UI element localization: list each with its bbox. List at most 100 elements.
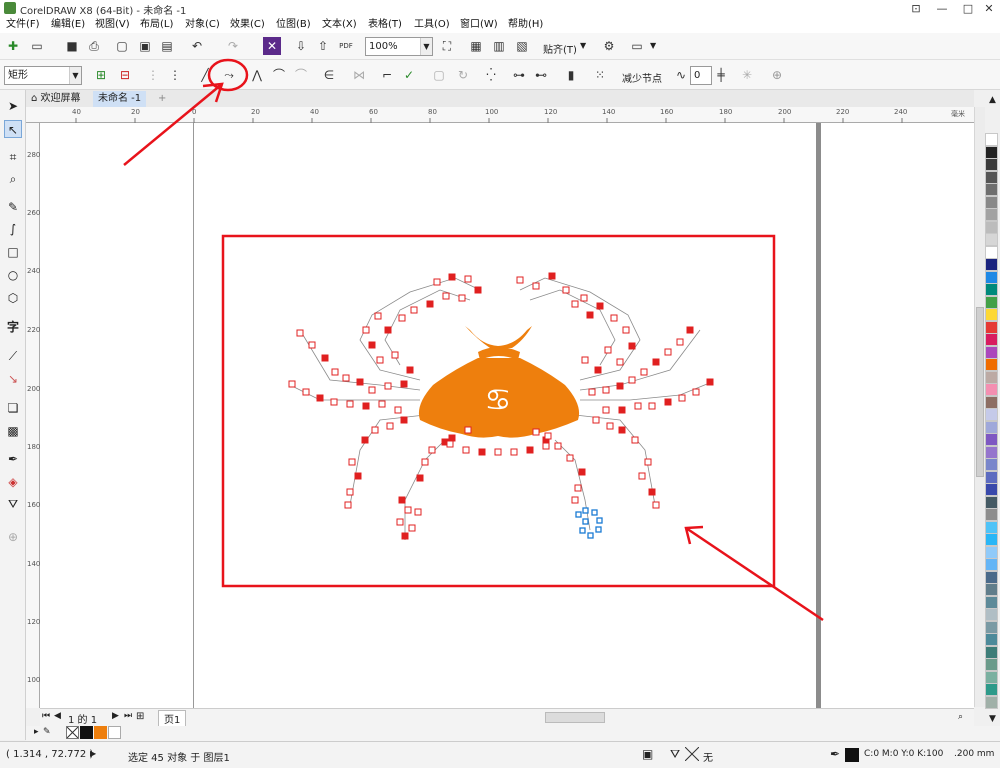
- curve-node[interactable]: [308, 341, 316, 349]
- next-page-icon[interactable]: ▶: [112, 711, 119, 721]
- curve-node[interactable]: [404, 506, 412, 514]
- palette-swatch[interactable]: [985, 358, 998, 371]
- curve-node[interactable]: [606, 422, 614, 430]
- curve-node[interactable]: [368, 386, 376, 394]
- palette-swatch[interactable]: [985, 570, 998, 584]
- curve-node[interactable]: [371, 426, 379, 434]
- curve-node[interactable]: [562, 286, 570, 294]
- palette-swatch[interactable]: [985, 658, 998, 671]
- palette-swatch[interactable]: [985, 595, 998, 609]
- palette-swatch[interactable]: [985, 370, 998, 384]
- curve-node[interactable]: [428, 446, 436, 454]
- palette-swatch[interactable]: [985, 258, 998, 271]
- palette-arrow-icon[interactable]: ▸: [34, 727, 39, 737]
- curve-node[interactable]: [478, 448, 486, 456]
- curve-node[interactable]: [448, 434, 456, 442]
- curve-node[interactable]: [396, 518, 404, 526]
- curve-node[interactable]: [356, 378, 364, 386]
- swatch-orange[interactable]: [94, 726, 107, 739]
- curve-node[interactable]: [686, 326, 694, 334]
- palette-swatch[interactable]: [985, 145, 998, 159]
- curve-node[interactable]: [652, 358, 660, 366]
- curve-node[interactable]: [410, 306, 418, 314]
- curve-node[interactable]: [594, 366, 602, 374]
- palette-swatch[interactable]: [985, 333, 998, 346]
- curve-node[interactable]: [622, 326, 630, 334]
- palette-swatch[interactable]: [985, 170, 998, 184]
- palette-swatch[interactable]: [985, 233, 998, 246]
- swatch-black[interactable]: [80, 726, 93, 739]
- palette-swatch[interactable]: [985, 558, 998, 571]
- curve-node[interactable]: [394, 406, 402, 414]
- palette-swatch[interactable]: [985, 483, 998, 496]
- curve-node[interactable]: [408, 524, 416, 532]
- palette-swatch[interactable]: [985, 470, 998, 484]
- curve-node[interactable]: [398, 314, 406, 322]
- curve-node[interactable]: [692, 388, 700, 396]
- prev-page-icon[interactable]: ◀: [54, 711, 61, 721]
- curve-node[interactable]: [384, 382, 392, 390]
- curve-node[interactable]: [398, 496, 406, 504]
- swatch-none[interactable]: [66, 726, 79, 739]
- palette-swatch[interactable]: [985, 195, 998, 209]
- curve-node[interactable]: [628, 342, 636, 350]
- palette-swatch[interactable]: [985, 220, 998, 234]
- palette-swatch[interactable]: [985, 583, 998, 596]
- curve-node[interactable]: [638, 472, 646, 480]
- curve-node[interactable]: [604, 346, 612, 354]
- curve-node[interactable]: [588, 388, 596, 396]
- palette-swatch[interactable]: [985, 133, 998, 146]
- curve-node[interactable]: [510, 448, 518, 456]
- curve-node[interactable]: [678, 394, 686, 402]
- curve-node[interactable]: [648, 488, 656, 496]
- curve-node[interactable]: [554, 442, 562, 450]
- curve-node[interactable]: [401, 532, 409, 540]
- palette-scroll-up-icon[interactable]: ▲: [985, 95, 1000, 107]
- curve-node[interactable]: [574, 484, 582, 492]
- fill-bucket-icon[interactable]: ⛛: [670, 747, 680, 762]
- palette-swatch[interactable]: [985, 495, 998, 509]
- curve-node[interactable]: [566, 454, 574, 462]
- palette-swatch[interactable]: [985, 208, 998, 221]
- palette-scroll-down-icon[interactable]: ▼: [985, 714, 1000, 726]
- curve-node[interactable]: [421, 458, 429, 466]
- curve-node[interactable]: [302, 388, 310, 396]
- curve-node[interactable]: [331, 368, 339, 376]
- curve-node[interactable]: [362, 402, 370, 410]
- curve-node[interactable]: [544, 432, 552, 440]
- curve-node[interactable]: [706, 378, 714, 386]
- palette-swatch[interactable]: [985, 508, 998, 521]
- curve-node[interactable]: [644, 458, 652, 466]
- curve-node[interactable]: [664, 398, 672, 406]
- palette-swatch[interactable]: [985, 308, 998, 321]
- curve-node[interactable]: [368, 341, 376, 349]
- palette-swatch[interactable]: [985, 533, 998, 546]
- palette-swatch[interactable]: [985, 620, 998, 634]
- curve-node[interactable]: [346, 400, 354, 408]
- curve-node[interactable]: [330, 398, 338, 406]
- curve-node[interactable]: [526, 446, 534, 454]
- curve-node[interactable]: [386, 422, 394, 430]
- curve-node[interactable]: [316, 394, 324, 402]
- curve-node[interactable]: [362, 326, 370, 334]
- curve-node[interactable]: [346, 488, 354, 496]
- curve-node[interactable]: [602, 386, 610, 394]
- curve-node[interactable]: [344, 501, 352, 509]
- palette-swatch[interactable]: [985, 645, 998, 659]
- curve-node[interactable]: [442, 292, 450, 300]
- curve-node[interactable]: [571, 300, 579, 308]
- curve-node[interactable]: [676, 338, 684, 346]
- curve-node[interactable]: [580, 294, 588, 302]
- zoom-fit-icon[interactable]: ⌕: [958, 712, 963, 722]
- curve-node[interactable]: [374, 312, 382, 320]
- palette-swatch[interactable]: [985, 420, 998, 434]
- palette-swatch[interactable]: [985, 633, 998, 646]
- outline-pen-icon[interactable]: ✒: [830, 747, 840, 761]
- curve-node[interactable]: [406, 366, 414, 374]
- curve-node[interactable]: [458, 294, 466, 302]
- curve-node[interactable]: [342, 374, 350, 382]
- curve-node[interactable]: [348, 458, 356, 466]
- curve-node[interactable]: [354, 472, 362, 480]
- curve-node[interactable]: [448, 273, 456, 281]
- palette-swatch[interactable]: [985, 445, 998, 459]
